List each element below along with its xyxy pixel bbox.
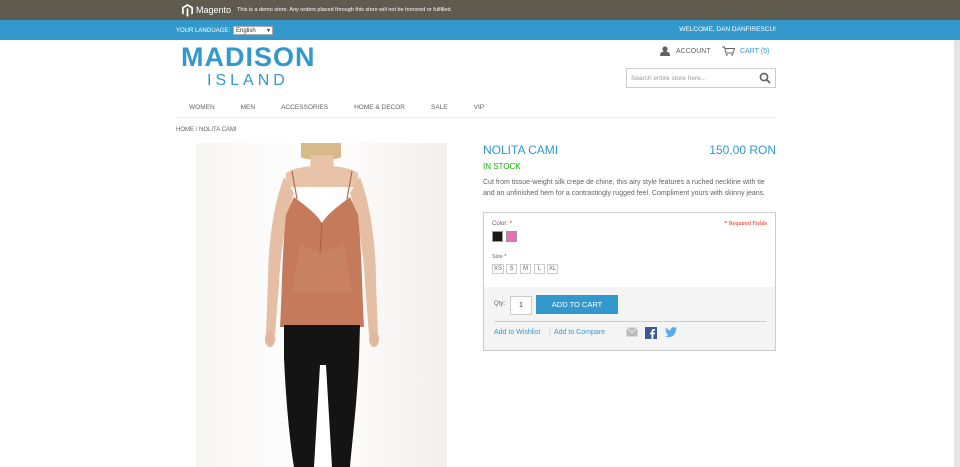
language-value: English	[236, 27, 256, 34]
add-to-compare-link[interactable]: Add to Compare	[554, 329, 605, 336]
language-switcher: YOUR LANGUAGE: English ▾	[176, 26, 274, 35]
product-description: Cut from tissue-weight silk crepe de chi…	[483, 179, 766, 197]
add-to-cart-button[interactable]: ADD TO CART	[536, 295, 618, 314]
color-label: Color: *	[492, 221, 512, 227]
magento-logo-icon	[182, 3, 193, 17]
qty-label: Qty:	[494, 301, 506, 307]
color-label-text: Color:	[492, 221, 509, 227]
nav-item-women[interactable]: WOMEN	[176, 104, 228, 117]
product-photo-illustration	[176, 143, 467, 467]
nav-item-men[interactable]: MEN	[228, 104, 268, 117]
nav-item-sale[interactable]: SALE	[418, 104, 461, 117]
breadcrumb-current: NOLITA CAMI	[199, 127, 237, 133]
required-star: *	[504, 254, 507, 260]
size-label: Size *	[492, 254, 506, 260]
required-star: *	[509, 221, 513, 227]
store-logo[interactable]: MADISON ISLAND	[181, 42, 316, 90]
facebook-icon[interactable]	[645, 327, 657, 339]
account-link[interactable]: ACCOUNT	[660, 46, 711, 56]
size-option-s[interactable]: S	[506, 264, 517, 274]
welcome-message: WELCOME, DAN DANFIRESCU!	[679, 26, 776, 33]
size-label-text: Size	[492, 254, 503, 260]
demo-notice-text: This is a demo store. Any orders placed …	[237, 7, 452, 13]
color-swatch-black[interactable]	[492, 231, 503, 242]
add-to-cart-area: Qty: 1 ADD TO CART Add to Wishlist | Add…	[484, 287, 775, 350]
magento-logo-text: Magento	[196, 5, 232, 15]
size-option-m[interactable]: M	[520, 264, 531, 274]
account-label: ACCOUNT	[676, 47, 711, 55]
nav-item-home-decor[interactable]: HOME & DECOR	[341, 104, 418, 117]
qty-input[interactable]: 1	[510, 296, 532, 315]
search-input[interactable]: Search entire store here...	[626, 68, 776, 88]
size-option-l[interactable]: L	[534, 264, 545, 274]
breadcrumb: HOME / NOLITA CAMI	[176, 127, 237, 133]
breadcrumb-home[interactable]: HOME	[176, 127, 194, 133]
user-icon	[660, 46, 670, 56]
demo-notice-bar: Magento This is a demo store. Any orders…	[0, 0, 960, 20]
required-fields-note: * Required Fields	[724, 221, 767, 227]
search-placeholder: Search entire store here...	[631, 74, 707, 82]
link-separator: |	[549, 329, 551, 336]
product-image[interactable]	[176, 143, 467, 467]
cart-icon	[722, 46, 735, 56]
main-navigation: WOMEN MEN ACCESSORIES HOME & DECOR SALE …	[176, 104, 776, 118]
product-options-top: Color: * * Required Fields Size * XS S M…	[484, 213, 775, 287]
product-name: NOLITA CAMI	[483, 143, 559, 157]
size-option-xs[interactable]: XS	[492, 264, 505, 274]
product-price: 150,00 RON	[709, 143, 776, 157]
breadcrumb-separator: /	[195, 127, 198, 133]
logo-line2: ISLAND	[207, 72, 289, 89]
language-select[interactable]: English ▾	[233, 26, 274, 35]
twitter-icon[interactable]	[665, 327, 677, 338]
add-to-wishlist-link[interactable]: Add to Wishlist	[494, 329, 540, 336]
logo-line1: MADISON	[181, 42, 316, 72]
product-options-panel: Color: * * Required Fields Size * XS S M…	[483, 212, 776, 351]
language-label: YOUR LANGUAGE:	[176, 27, 231, 34]
size-option-xl[interactable]: XL	[547, 264, 559, 274]
search-icon[interactable]	[759, 72, 771, 84]
page-edge-shadow	[954, 40, 960, 467]
chevron-down-icon: ▾	[267, 28, 271, 34]
email-icon[interactable]	[626, 327, 638, 337]
nav-item-vip[interactable]: VIP	[461, 104, 497, 117]
stock-status: IN STOCK	[483, 162, 521, 171]
divider	[494, 321, 766, 322]
color-swatch-pink[interactable]	[506, 231, 517, 242]
cart-link[interactable]: CART (5)	[722, 46, 769, 56]
nav-item-accessories[interactable]: ACCESSORIES	[268, 104, 341, 117]
cart-label: CART (5)	[740, 47, 770, 55]
header-bar: YOUR LANGUAGE: English ▾ WELCOME, DAN DA…	[0, 20, 960, 40]
magento-logo: Magento	[182, 3, 232, 17]
